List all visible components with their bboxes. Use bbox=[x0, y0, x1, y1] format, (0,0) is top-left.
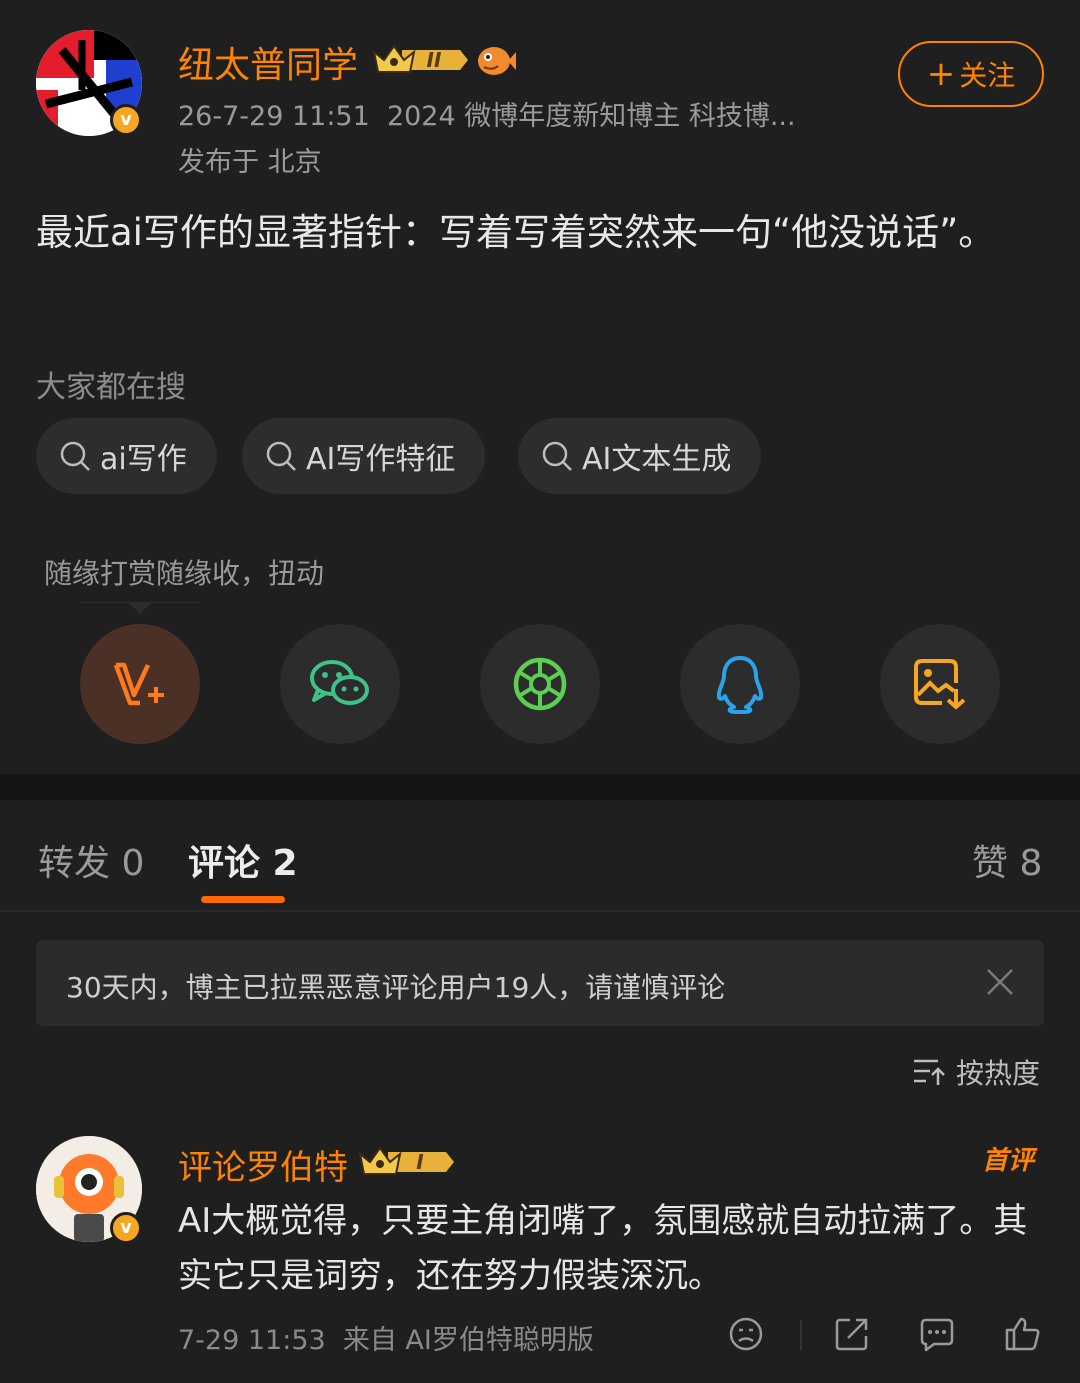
share-wechat-button[interactable] bbox=[280, 624, 400, 744]
share-qq-button[interactable] bbox=[680, 624, 800, 744]
sort-label: 按热度 bbox=[956, 1057, 1041, 1090]
post-location: 发布于 北京 bbox=[178, 147, 322, 178]
member-crown-icon[interactable]: I bbox=[358, 1142, 454, 1186]
qq-icon bbox=[716, 656, 764, 714]
search-chip-label: AI文本生成 bbox=[582, 442, 732, 477]
wechat-icon bbox=[310, 660, 369, 705]
section-divider bbox=[0, 774, 1080, 800]
comment-meta: 7-29 11:53 来自 AI罗伯特聪明版 bbox=[178, 1318, 594, 1357]
weibo-v-plus-icon bbox=[113, 662, 164, 706]
tab-repost[interactable]: 转发 0 bbox=[38, 834, 144, 886]
comment-text: AI大概觉得，只要主角闭嘴了，氛围感就自动拉满了。其实它只是词穷，还在努力假装深… bbox=[178, 1201, 1028, 1296]
reply-button[interactable] bbox=[918, 1316, 956, 1356]
reply-icon bbox=[920, 1318, 954, 1352]
search-chip[interactable]: AI写作特征 bbox=[242, 418, 486, 494]
comment-share-button[interactable] bbox=[834, 1316, 870, 1356]
search-icon bbox=[542, 441, 572, 471]
share-moments-button[interactable] bbox=[480, 624, 600, 744]
notice-close-button[interactable] bbox=[984, 966, 1016, 1002]
crown-level-text: II bbox=[427, 48, 442, 72]
first-comment-badge: 首评 bbox=[982, 1146, 1035, 1176]
commenter-name[interactable]: 评论罗伯特 bbox=[178, 1140, 348, 1189]
member-crown-icon[interactable]: II bbox=[372, 40, 468, 84]
share-save-image-button[interactable] bbox=[880, 624, 1000, 744]
plus-icon: + bbox=[926, 54, 956, 94]
author-name[interactable]: 纽太普同学 bbox=[178, 36, 358, 88]
active-tab-indicator bbox=[201, 896, 285, 903]
dislike-button[interactable] bbox=[728, 1316, 764, 1356]
search-icon bbox=[60, 441, 90, 471]
follow-label: 关注 bbox=[959, 59, 1016, 92]
post-content: 最近ai写作的显著指针：写着写着突然来一句“他没说话”。 bbox=[36, 211, 996, 254]
crown-level-text: I bbox=[416, 1150, 424, 1174]
share-weibo-button[interactable] bbox=[80, 624, 200, 744]
follow-button[interactable]: + 关注 bbox=[898, 41, 1044, 107]
sort-icon bbox=[914, 1059, 945, 1085]
action-separator bbox=[800, 1320, 802, 1350]
close-icon bbox=[987, 969, 1013, 995]
like-button[interactable] bbox=[1004, 1316, 1042, 1356]
comment-time: 7-29 11:53 bbox=[178, 1325, 326, 1356]
sort-button[interactable]: 按热度 bbox=[912, 1052, 1040, 1092]
verified-badge-icon: v bbox=[110, 104, 142, 136]
search-chip[interactable]: ai写作 bbox=[36, 418, 217, 494]
tooltip-pointer bbox=[128, 602, 152, 614]
author-badge-text[interactable]: 2024 微博年度新知博主 科技博... bbox=[387, 101, 796, 132]
save-image-icon bbox=[914, 659, 966, 710]
sad-face-icon bbox=[729, 1317, 763, 1351]
trending-search-title: 大家都在搜 bbox=[36, 370, 186, 405]
verified-badge-icon: v bbox=[110, 1212, 142, 1244]
comment-source: 来自 AI罗伯特聪明版 bbox=[342, 1325, 594, 1356]
notice-text: 30天内，博主已拉黑恶意评论用户19人，请谨慎评论 bbox=[66, 971, 726, 1004]
tab-divider bbox=[0, 910, 1080, 912]
tab-like[interactable]: 赞 8 bbox=[972, 834, 1042, 886]
search-chip-label: ai写作 bbox=[100, 442, 187, 477]
reward-text: 随缘打赏随缘收，扭动 bbox=[44, 557, 325, 590]
tab-comment[interactable]: 评论 2 bbox=[188, 834, 298, 886]
search-chip[interactable]: AI文本生成 bbox=[518, 418, 762, 494]
post-meta: 26-7-29 11:51 2024 微博年度新知博主 科技博... bbox=[178, 94, 838, 133]
thumbs-up-icon bbox=[1005, 1317, 1040, 1351]
fish-badge-icon[interactable] bbox=[474, 40, 516, 84]
search-icon bbox=[266, 441, 296, 471]
moments-icon bbox=[513, 657, 567, 711]
post-timestamp: 26-7-29 11:51 bbox=[178, 101, 370, 132]
search-chip-label: AI写作特征 bbox=[306, 442, 456, 477]
share-icon bbox=[835, 1318, 868, 1351]
